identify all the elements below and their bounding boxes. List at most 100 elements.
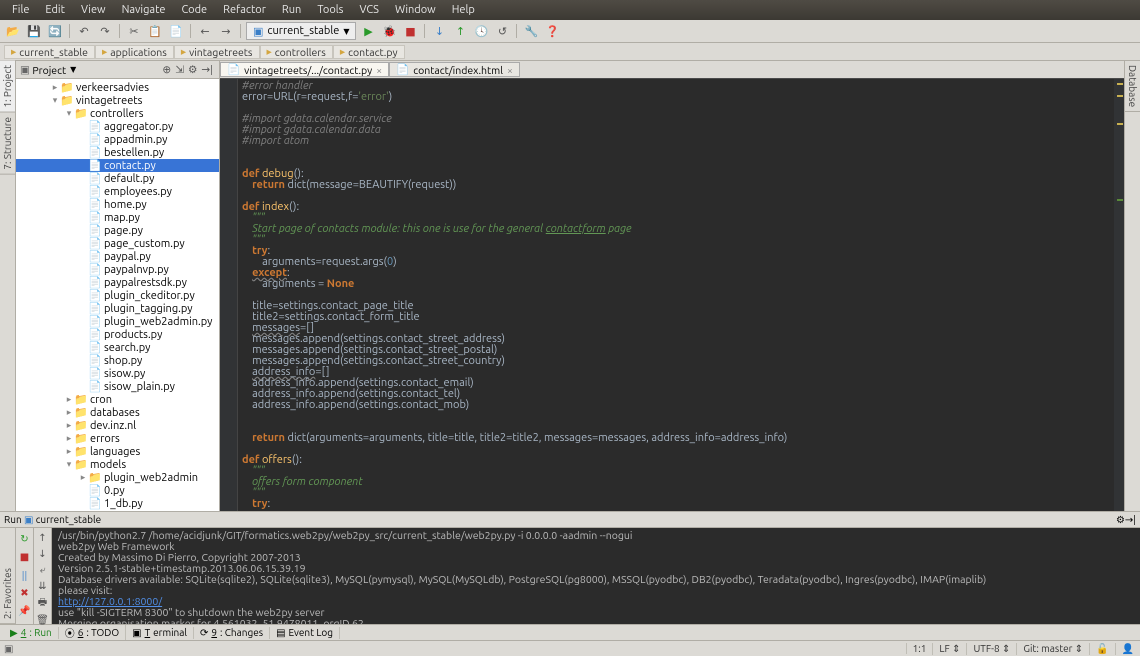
side-tab-database[interactable]: Database (1125, 61, 1140, 112)
run-config-dropdown[interactable]: ▣ current_stable ▼ (246, 22, 356, 40)
up-icon[interactable]: ↑ (36, 532, 50, 544)
tree-item[interactable]: ▾📁models (16, 458, 219, 471)
open-icon[interactable]: 📂 (4, 22, 22, 40)
code-line[interactable]: try: (220, 499, 1124, 510)
tree-item[interactable]: ▾📁vintagetreets (16, 94, 219, 107)
tree-item[interactable]: 📄default.py (16, 172, 219, 185)
menu-code[interactable]: Code (173, 2, 215, 18)
side-tab-project[interactable]: 1: Project (0, 61, 15, 113)
tree-item[interactable]: 📄map.py (16, 211, 219, 224)
close-icon[interactable]: ✖ (18, 586, 32, 600)
pause-icon[interactable]: || (18, 568, 32, 582)
tree-item[interactable]: 📄1_db.py (16, 497, 219, 510)
cut-icon[interactable]: ✂ (125, 22, 143, 40)
breadcrumb-item[interactable]: ▸vintagetreets (174, 45, 260, 59)
tree-item[interactable]: 📄products.py (16, 328, 219, 341)
tree-item[interactable]: 📄sisow_plain.py (16, 380, 219, 393)
tree-item[interactable]: 📄0.py (16, 484, 219, 497)
tree-item[interactable]: 📄plugin_web2admin.py (16, 315, 219, 328)
tree-item[interactable]: ▸📁languages (16, 445, 219, 458)
code-line[interactable]: address_info.append(settings.contact_mob… (220, 400, 1124, 411)
tree-item[interactable]: 📄aggregator.py (16, 120, 219, 133)
tree-item[interactable]: 📄plugin_tagging.py (16, 302, 219, 315)
menu-view[interactable]: View (73, 2, 114, 18)
status-menu-icon[interactable]: ▣ (0, 643, 13, 655)
help-icon[interactable]: ❓ (543, 22, 561, 40)
vcs-update-icon[interactable]: ↓ (430, 22, 448, 40)
editor-tab[interactable]: 📄vintagetreets/.../contact.py× (220, 62, 389, 77)
menu-vcs[interactable]: VCS (351, 2, 387, 18)
wrap-icon[interactable]: ⤶ (36, 564, 50, 576)
cursor-position[interactable]: 1:1 (906, 643, 933, 654)
scroll-icon[interactable]: ⇊ (36, 580, 50, 592)
tree-item[interactable]: ▸📁cron (16, 393, 219, 406)
code-line[interactable] (220, 411, 1124, 422)
vcs-history-icon[interactable]: 🕓 (472, 22, 490, 40)
code-line[interactable] (220, 158, 1124, 169)
line-ending[interactable]: LF ⇕ (932, 643, 966, 655)
code-line[interactable]: Start page of contacts module: this one … (220, 224, 1124, 235)
code-line[interactable] (220, 444, 1124, 455)
code-editor[interactable]: #error handlererror=URL(r=request,f='err… (220, 79, 1124, 511)
tree-item[interactable]: 📄sisow.py (16, 367, 219, 380)
run-hide-icon[interactable]: →| (1125, 514, 1136, 526)
code-line[interactable]: def index(): (220, 202, 1124, 213)
breadcrumb-item[interactable]: ▸controllers (260, 45, 333, 59)
tree-item[interactable]: 📄paypal.py (16, 250, 219, 263)
tree-item[interactable]: 📄paypalnvp.py (16, 263, 219, 276)
code-line[interactable]: return dict(message=BEAUTIFY(request)) (220, 180, 1124, 191)
tree-item[interactable]: 📄shop.py (16, 354, 219, 367)
code-line[interactable]: #import atom (220, 136, 1124, 147)
sync-icon[interactable]: 🔄 (46, 22, 64, 40)
menu-edit[interactable]: Edit (37, 2, 73, 18)
menu-navigate[interactable]: Navigate (114, 2, 174, 18)
menu-tools[interactable]: Tools (309, 2, 351, 18)
tree-item[interactable]: 📄page_custom.py (16, 237, 219, 250)
menu-help[interactable]: Help (444, 2, 483, 18)
undo-icon[interactable]: ↶ (75, 22, 93, 40)
stop-icon[interactable]: ■ (401, 22, 419, 40)
encoding[interactable]: UTF-8 ⇕ (966, 643, 1016, 655)
close-tab-icon[interactable]: × (376, 64, 382, 76)
debug-icon[interactable]: 🐞 (380, 22, 398, 40)
paste-icon[interactable]: 📄 (167, 22, 185, 40)
breadcrumb-item[interactable]: ▸current_stable (4, 45, 95, 59)
code-line[interactable]: return dict(arguments=arguments, title=t… (220, 433, 1124, 444)
tree-item[interactable]: 📄paypalrestsdk.py (16, 276, 219, 289)
tree-item[interactable]: 📄bestellen.py (16, 146, 219, 159)
code-line[interactable]: offers form component (220, 477, 1124, 488)
vcs-commit-icon[interactable]: ↑ (451, 22, 469, 40)
editor-gutter[interactable] (220, 79, 238, 511)
scroll-from-source-icon[interactable]: ⊕ (160, 63, 173, 76)
code-line[interactable]: error=URL(r=request,f='error') (220, 92, 1124, 103)
side-tab-structure[interactable]: 7: Structure (0, 113, 15, 175)
tree-item[interactable]: ▸📁databases (16, 406, 219, 419)
code-line[interactable]: except: (220, 268, 1124, 279)
bottom-tab-terminal[interactable]: ▣Terminal (126, 627, 194, 639)
run-icon[interactable]: ▶ (359, 22, 377, 40)
tree-item[interactable]: ▸📁verkeersadvies (16, 81, 219, 94)
tree-item[interactable]: ▸📁errors (16, 432, 219, 445)
tree-item[interactable]: 📄employees.py (16, 185, 219, 198)
project-tree[interactable]: ▸📁verkeersadvies▾📁vintagetreets▾📁control… (16, 79, 219, 511)
tree-item[interactable]: ▾📁controllers (16, 107, 219, 120)
side-tab-favorites[interactable]: 2: Favorites (0, 564, 15, 624)
code-line[interactable]: def offers(): (220, 455, 1124, 466)
rerun-icon[interactable]: ↻ (18, 532, 32, 546)
code-line[interactable]: """ (220, 488, 1124, 499)
bottom-tab-todo[interactable]: ⦿6: TODO (59, 625, 126, 640)
copy-icon[interactable]: 📋 (146, 22, 164, 40)
close-tab-icon[interactable]: × (507, 64, 513, 76)
bottom-tab-run[interactable]: ▶4: Run (4, 627, 59, 639)
clear-icon[interactable]: 🗑 (36, 614, 50, 626)
tree-item[interactable]: 📄contact.py (16, 159, 219, 172)
lock-icon[interactable]: 🔓 (1089, 643, 1114, 655)
code-line[interactable]: messages.append(settings.contact_street_… (220, 356, 1124, 367)
tree-item[interactable]: 📄home.py (16, 198, 219, 211)
code-line[interactable] (220, 147, 1124, 158)
tree-item[interactable]: ▸📁dev.inz.nl (16, 419, 219, 432)
git-branch[interactable]: Git: master ⇕ (1016, 643, 1089, 655)
breadcrumb-item[interactable]: ▸applications (95, 45, 174, 59)
back-icon[interactable]: ← (196, 22, 214, 40)
tree-item[interactable]: ▸📁plugin_web2admin (16, 471, 219, 484)
